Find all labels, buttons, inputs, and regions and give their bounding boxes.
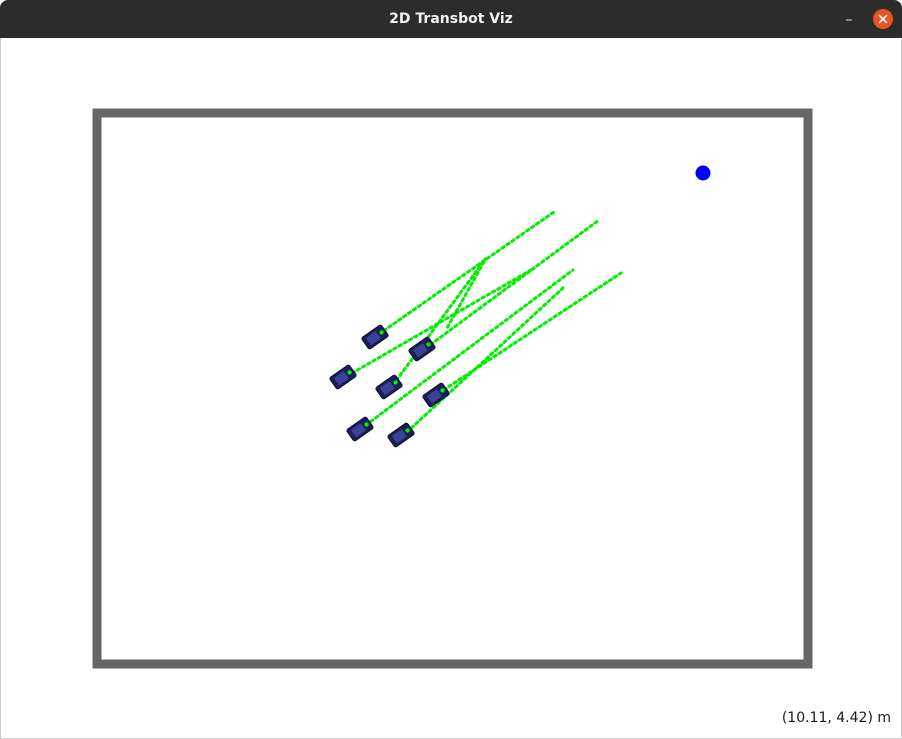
title-bar: 2D Transbot Viz – xyxy=(0,0,902,38)
minimize-button[interactable]: – xyxy=(838,9,860,31)
close-button[interactable] xyxy=(873,9,893,29)
path-robot-7 xyxy=(405,286,565,434)
window-title: 2D Transbot Viz xyxy=(389,11,513,27)
goal-marker xyxy=(695,165,711,181)
cursor-coordinate-readout: (10.11, 4.42) m xyxy=(781,710,891,726)
scene-svg[interactable] xyxy=(1,38,901,738)
robot[interactable] xyxy=(329,364,357,390)
robot[interactable] xyxy=(346,416,374,442)
viz-canvas[interactable]: (10.11, 4.42) m xyxy=(0,38,902,739)
robot[interactable] xyxy=(361,324,389,350)
robot[interactable] xyxy=(387,422,415,448)
path-robot-5 xyxy=(437,271,623,395)
robot[interactable] xyxy=(422,382,450,408)
planned-paths xyxy=(345,210,623,434)
close-icon xyxy=(878,14,888,24)
path-robot-4 xyxy=(391,257,488,387)
minimize-icon: – xyxy=(845,12,853,28)
